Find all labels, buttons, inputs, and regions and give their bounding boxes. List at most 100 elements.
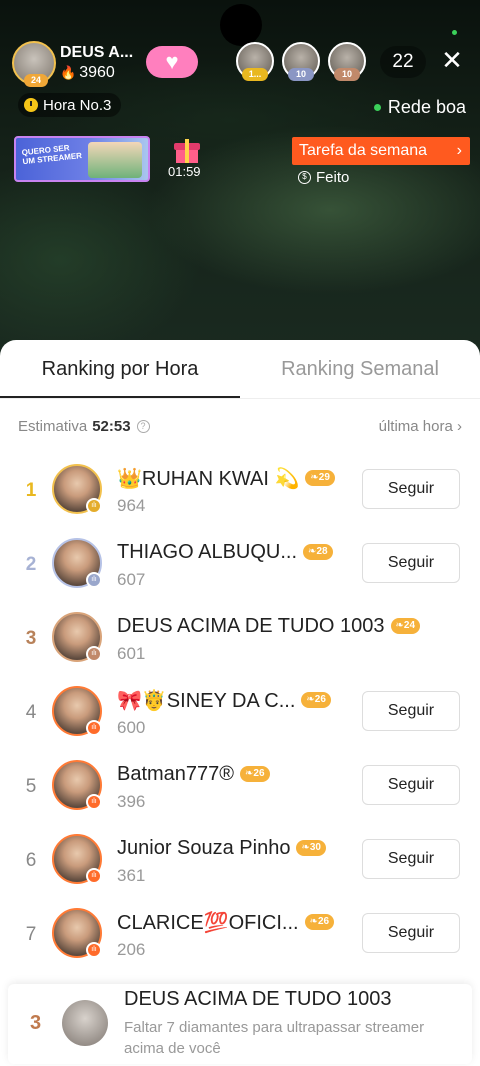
my-rank-hint: Faltar 7 diamantes para ultrapassar stre… bbox=[124, 1019, 425, 1057]
viewer-badge: 10 bbox=[334, 68, 360, 81]
user-name: Junior Souza Pinho bbox=[117, 836, 291, 859]
weekly-task-button[interactable]: Tarefa da semana › bbox=[292, 137, 470, 165]
network-dot-icon bbox=[373, 104, 381, 111]
viewer-count[interactable]: 22 bbox=[380, 46, 426, 78]
ranking-row[interactable]: 2 ılı THIAGO ALBUQU... ❧28 607 Seguir bbox=[0, 528, 480, 602]
streamer-banner[interactable]: Quero ser um streamer bbox=[14, 136, 150, 182]
follow-button[interactable]: Seguir bbox=[362, 913, 460, 953]
clock-icon bbox=[24, 98, 38, 112]
banner-text: Quero ser um streamer bbox=[21, 143, 83, 167]
banner-image bbox=[88, 142, 142, 178]
status-dot bbox=[452, 30, 457, 35]
live-badge-icon: ılı bbox=[86, 646, 102, 662]
hour-rank-pill[interactable]: Hora No.3 bbox=[18, 93, 122, 117]
help-icon[interactable]: ? bbox=[136, 419, 150, 433]
avatar[interactable]: ılı bbox=[52, 464, 102, 514]
host-avatar[interactable]: 24 bbox=[12, 41, 56, 87]
tab-weekly-ranking[interactable]: Ranking Semanal bbox=[240, 340, 480, 398]
gift-box-icon[interactable] bbox=[174, 139, 200, 163]
last-hour-link[interactable]: última hora › bbox=[379, 418, 462, 435]
user-score: 601 bbox=[117, 644, 146, 663]
rank-number: 2 bbox=[25, 554, 37, 575]
ranking-row[interactable]: 3 ılı DEUS ACIMA DE TUDO 1003 ❧24 601 bbox=[0, 602, 480, 676]
host-name: DEUS A... bbox=[60, 44, 134, 61]
host-profile[interactable]: 24 DEUS A... 🔥 3960 bbox=[12, 40, 134, 87]
camera-notch bbox=[220, 4, 262, 46]
task-done-status: $ Feito bbox=[298, 169, 349, 186]
ranking-row[interactable]: 5 ılı Batman777® ❧26 396 Seguir bbox=[0, 750, 480, 824]
my-rank-bar[interactable]: 3 DEUS ACIMA DE TUDO 1003 Faltar 7 diama… bbox=[8, 984, 472, 1064]
level-badge: ❧26 bbox=[304, 914, 335, 930]
avatar[interactable]: ılı bbox=[52, 612, 102, 662]
user-name: 👑RUHAN KWAI 💫 bbox=[117, 467, 300, 490]
follow-heart-button[interactable]: ♥ bbox=[146, 46, 198, 78]
follow-button[interactable]: Seguir bbox=[362, 543, 460, 583]
user-name: 🎀🤴SINEY DA C... bbox=[117, 689, 296, 712]
avatar[interactable]: ılı bbox=[52, 538, 102, 588]
rank-number: 4 bbox=[25, 702, 37, 723]
ranking-row[interactable]: 4 ılı 🎀🤴SINEY DA C... ❧26 600 Seguir bbox=[0, 676, 480, 750]
user-score: 206 bbox=[117, 940, 146, 959]
viewer-avatar-3[interactable]: 10 bbox=[328, 42, 366, 81]
ranking-row[interactable]: 6 ılı Junior Souza Pinho ❧30 361 Seguir bbox=[0, 824, 480, 898]
network-label: Rede boa bbox=[387, 97, 466, 117]
level-badge: ❧28 bbox=[303, 544, 333, 560]
viewer-avatar-1[interactable]: 1... bbox=[236, 42, 274, 81]
rank-number: 1 bbox=[25, 480, 37, 501]
live-badge-icon: ılı bbox=[86, 720, 102, 736]
ranking-tabs: Ranking por Hora Ranking Semanal bbox=[0, 340, 480, 398]
host-score: 3960 bbox=[79, 64, 115, 81]
follow-button[interactable]: Seguir bbox=[362, 691, 460, 731]
user-score: 607 bbox=[117, 570, 146, 589]
network-status: Rede boa bbox=[373, 97, 466, 118]
avatar[interactable]: ılı bbox=[52, 908, 102, 958]
coin-icon: $ bbox=[298, 171, 311, 184]
follow-button[interactable]: Seguir bbox=[362, 469, 460, 509]
user-name: CLARICE💯OFICI... bbox=[117, 911, 299, 934]
estimate-row: Estimativa 52:53 ? última hora › bbox=[18, 416, 462, 436]
flame-icon: 🔥 bbox=[60, 65, 77, 80]
chevron-right-icon: › bbox=[456, 142, 462, 159]
level-badge: ❧26 bbox=[301, 692, 331, 708]
close-icon[interactable]: ✕ bbox=[438, 44, 466, 76]
my-rank-number: 3 bbox=[30, 1012, 42, 1034]
viewer-badge: 1... bbox=[242, 68, 268, 81]
gift-timer: 01:59 bbox=[168, 164, 201, 179]
my-name: DEUS ACIMA DE TUDO 1003 bbox=[124, 988, 392, 1010]
tab-hourly-ranking[interactable]: Ranking por Hora bbox=[0, 340, 240, 398]
follow-button[interactable]: Seguir bbox=[362, 765, 460, 805]
host-level-badge: 24 bbox=[24, 74, 48, 87]
done-label: Feito bbox=[316, 169, 350, 186]
level-badge: ❧26 bbox=[240, 766, 270, 782]
avatar[interactable]: ılı bbox=[52, 760, 102, 810]
user-score: 964 bbox=[117, 496, 146, 515]
avatar[interactable]: ılı bbox=[52, 834, 102, 884]
user-name: Batman777® bbox=[117, 762, 235, 785]
estimate-label: Estimativa bbox=[18, 417, 88, 435]
user-score: 396 bbox=[117, 792, 146, 811]
viewer-badge: 10 bbox=[288, 68, 314, 81]
avatar[interactable]: ılı bbox=[52, 686, 102, 736]
follow-button[interactable]: Seguir bbox=[362, 839, 460, 879]
heart-icon: ♥ bbox=[165, 49, 179, 74]
ranking-sheet: Ranking por Hora Ranking Semanal Estimat… bbox=[0, 340, 480, 1066]
live-badge-icon: ılı bbox=[86, 498, 102, 514]
ranking-row[interactable]: 1 ılı 👑RUHAN KWAI 💫 ❧29 964 Seguir bbox=[0, 454, 480, 528]
level-badge: ❧29 bbox=[305, 470, 335, 486]
live-badge-icon: ılı bbox=[86, 868, 102, 884]
last-hour-label: última hora bbox=[378, 417, 453, 435]
live-badge-icon: ılı bbox=[86, 794, 102, 810]
task-label: Tarefa da semana bbox=[299, 142, 428, 159]
ranking-row[interactable]: 7 ılı CLARICE💯OFICI... ❧26 206 Seguir bbox=[0, 898, 480, 972]
hour-label: Hora No.3 bbox=[43, 96, 112, 114]
rank-number: 5 bbox=[25, 776, 37, 797]
live-badge-icon: ılı bbox=[86, 942, 102, 958]
user-score: 361 bbox=[117, 866, 146, 885]
user-score: 600 bbox=[117, 718, 146, 737]
viewer-avatar-2[interactable]: 10 bbox=[282, 42, 320, 81]
user-name: DEUS ACIMA DE TUDO 1003 bbox=[117, 614, 385, 637]
live-badge-icon: ılı bbox=[86, 572, 102, 588]
level-badge: ❧24 bbox=[390, 618, 421, 634]
estimate-time: 52:53 bbox=[92, 417, 131, 435]
user-name: THIAGO ALBUQU... bbox=[117, 540, 298, 563]
